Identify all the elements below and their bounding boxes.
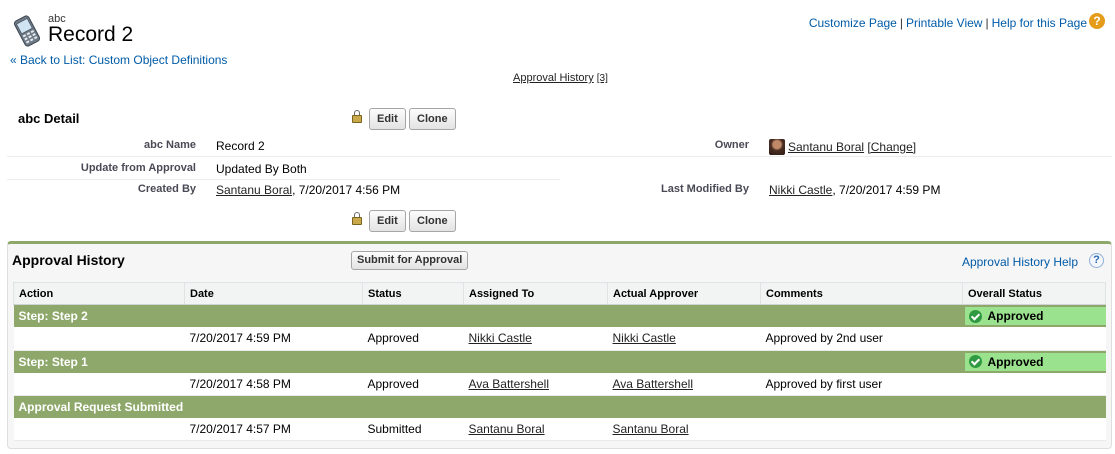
step-label: Step: Step 2 [13,304,963,327]
date-cell: 7/20/2017 4:58 PM [184,372,363,396]
step-row: Step: Step 2 Approved [13,304,1106,327]
detail-section-title: abc Detail [18,111,80,126]
last-modified-by-value: Nikki Castle, 7/20/2017 4:59 PM [769,183,940,197]
actual-approver-cell: Nikki Castle [607,327,761,351]
owner-avatar [769,139,785,155]
related-list-count: [3] [596,73,608,84]
assigned-to-cell: Santanu Boral [463,417,608,441]
page-title: Record 2 [48,23,134,46]
clone-button-bottom[interactable]: Clone [409,210,456,232]
created-by-value: Santanu Boral, 7/20/2017 4:56 PM [216,183,400,197]
column-header-date: Date [184,282,363,305]
step-row: Step: Step 1 Approved [13,350,1106,373]
update-from-approval-label: Update from Approval [80,162,196,174]
update-from-approval-value: Updated By Both [216,162,307,176]
divider [7,179,560,180]
step-label: Step: Step 1 [13,350,963,373]
date-cell: 7/20/2017 4:57 PM [184,417,363,441]
assigned-to-link[interactable]: Santanu Boral [469,422,545,436]
back-to-list-link[interactable]: « Back to List: Custom Object Definition… [10,53,227,67]
divider [7,156,1112,157]
comments-cell: Approved by first user [760,372,963,396]
lock-icon [352,212,362,225]
overall-status-cell: Approved [962,350,1106,373]
change-owner-link[interactable]: [Change] [867,140,916,154]
approved-badge: Approved [964,352,1106,371]
submit-for-approval-button[interactable]: Submit for Approval [351,251,469,270]
created-by-date: , 7/20/2017 4:56 PM [292,183,401,197]
status-cell: Approved [362,327,464,351]
actual-approver-cell: Santanu Boral [607,417,761,441]
status-cell: Submitted [362,417,464,441]
actual-approver-link[interactable]: Ava Battershell [613,377,694,391]
assigned-to-link[interactable]: Nikki Castle [469,331,532,345]
column-header-action: Action [13,282,185,305]
approved-badge: Approved [964,307,1106,325]
column-header-actual-approver: Actual Approver [607,282,761,305]
related-list-hover-link[interactable]: Approval History [3] [513,72,608,84]
assigned-to-cell: Ava Battershell [463,372,608,396]
created-by-label: Created By [137,183,196,195]
abc-name-value: Record 2 [216,139,265,153]
assigned-to-cell: Nikki Castle [463,327,608,351]
column-header-status: Status [362,282,464,305]
clone-button[interactable]: Clone [409,108,456,130]
approval-history-table: Action Date Status Assigned To Actual Ap… [13,282,1106,441]
comments-cell: Approved by 2nd user [760,327,963,351]
actual-approver-cell: Ava Battershell [607,372,761,396]
help-icon[interactable]: ? [1089,13,1105,29]
column-header-assigned-to: Assigned To [463,282,608,305]
actual-approver-link[interactable]: Santanu Boral [613,422,689,436]
table-row: 7/20/2017 4:59 PM Approved Nikki Castle … [13,327,1106,351]
table-row: 7/20/2017 4:58 PM Approved Ava Battershe… [13,372,1106,396]
lock-icon [352,110,362,123]
checkmark-icon [968,309,982,323]
edit-button[interactable]: Edit [369,108,406,130]
top-links: Customize Page | Printable View | Help for t… [808,16,1087,30]
owner-value: Santanu Boral [Change] [788,140,916,154]
created-by-user-link[interactable]: Santanu Boral [216,183,292,197]
printable-view-link[interactable]: Printable View [906,16,983,30]
approval-history-title: Approval History [12,252,125,268]
abc-name-label: abc Name [144,139,196,151]
date-cell: 7/20/2017 4:59 PM [184,327,363,351]
overall-status-cell: Approved [962,304,1106,327]
help-icon[interactable]: ? [1089,253,1104,268]
column-header-overall-status: Overall Status [962,282,1106,305]
edit-button-bottom[interactable]: Edit [369,210,406,232]
mobile-device-icon [13,15,41,47]
last-modified-by-label: Last Modified By [660,183,749,195]
help-for-page-link[interactable]: Help for this Page [992,16,1087,30]
step-row: Approval Request Submitted [13,395,1106,418]
modified-by-date: , 7/20/2017 4:59 PM [832,183,941,197]
assigned-to-link[interactable]: Ava Battershell [469,377,550,391]
customize-page-link[interactable]: Customize Page [809,16,897,30]
owner-label: Owner [714,139,749,151]
approval-history-help-link[interactable]: Approval History Help [962,255,1078,269]
step-label: Approval Request Submitted [13,395,1106,418]
owner-link[interactable]: Santanu Boral [788,140,864,154]
table-header-row: Action Date Status Assigned To Actual Ap… [13,282,1106,305]
status-cell: Approved [362,372,464,396]
actual-approver-link[interactable]: Nikki Castle [613,331,676,345]
table-row: 7/20/2017 4:57 PM Submitted Santanu Bora… [13,417,1106,441]
modified-by-user-link[interactable]: Nikki Castle [769,183,832,197]
checkmark-icon [968,355,982,368]
column-header-comments: Comments [760,282,963,305]
